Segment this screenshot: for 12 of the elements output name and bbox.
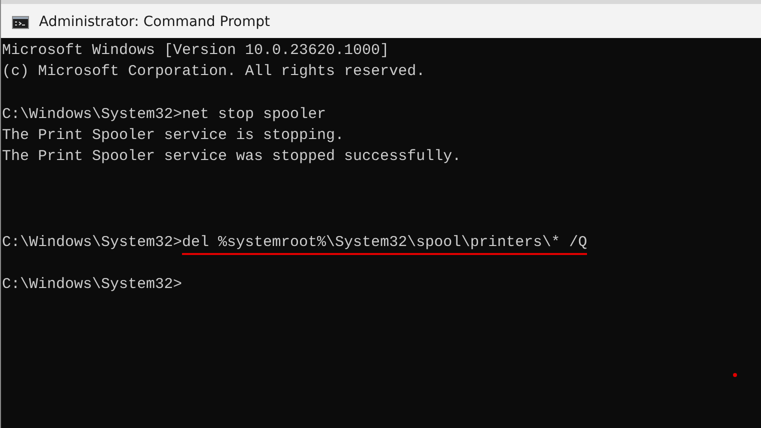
command-prompt: C:\Windows\System32> [2, 104, 182, 125]
command-text: net stop spooler [182, 104, 326, 125]
console-output: The Print Spooler service was stopped successfully. [2, 147, 462, 168]
terminal-icon [12, 16, 29, 28]
window-title: Administrator: Command Prompt [39, 14, 270, 30]
command-prompt: C:\Windows\System32> [2, 275, 182, 296]
console-output: The Print Spooler service is stopping. [2, 126, 344, 146]
console-output: Microsoft Windows [Version 10.0.23620.1000] [2, 41, 390, 61]
command-text: del %systemroot%\System32\spool\printers\* /Q [182, 232, 588, 253]
console-output: (c) Microsoft Corporation. All rights reserved. [2, 62, 426, 82]
command-prompt: C:\Windows\System32> [2, 232, 182, 253]
annotation-dot [733, 373, 737, 377]
